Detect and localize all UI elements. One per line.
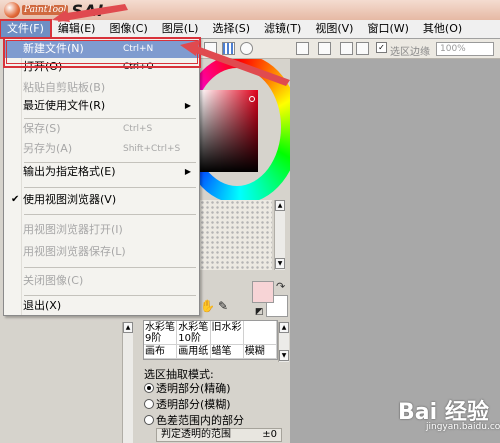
menu-filter[interactable]: 滤镜(T) [257, 20, 308, 38]
menu-item-open-with-view-browser[interactable]: 用视图浏览器打开(I) [5, 221, 199, 239]
option-transparent-blur[interactable]: 透明部分(模糊) [144, 396, 231, 412]
layer-scrollbar[interactable]: ▲ [122, 322, 133, 443]
brush-watercolor-10[interactable]: 水彩笔 10阶 [177, 321, 211, 345]
texture-canvas[interactable]: 画布 [144, 345, 178, 359]
menu-separator [24, 214, 196, 215]
toolbar-button-6[interactable] [340, 42, 353, 55]
menu-item-save[interactable]: 保存(S) Ctrl+S [5, 120, 199, 138]
texture-drawing-paper[interactable]: 画用纸 [177, 345, 211, 359]
brush-grid: 水彩笔 9阶 水彩笔 10阶 旧水彩 画布 画用纸 蜡笔 模糊 [143, 320, 278, 360]
radio-icon[interactable] [144, 399, 154, 409]
menu-separator [24, 187, 196, 188]
brush-old-watercolor[interactable]: 旧水彩 [210, 321, 244, 345]
texture-preview [200, 200, 272, 270]
menu-file[interactable]: 文件(F) [0, 19, 52, 39]
selection-edge-label: 选区边缘 [390, 47, 430, 58]
brush-empty[interactable] [243, 321, 277, 345]
submenu-arrow-icon: ▶ [184, 167, 191, 176]
toolbar-button-7[interactable] [356, 42, 369, 55]
file-menu-dropdown: 新建文件(N) Ctrl+N 打开(O) Ctrl+O 粘贴自剪贴板(B) 最近… [3, 37, 200, 316]
menu-item-close-image[interactable]: 关闭图像(C) [5, 272, 199, 290]
brush-scrollbar[interactable]: ▲ ▼ [278, 322, 289, 362]
option-transparent-precise[interactable]: 透明部分(精确) [144, 380, 231, 396]
toolbar-button-4[interactable] [296, 42, 309, 55]
swap-colors-icon[interactable]: ↷ [276, 280, 285, 293]
menu-edit[interactable]: 编辑(E) [51, 20, 103, 38]
menu-layer[interactable]: 图层(L) [155, 20, 206, 38]
canvas-toolbar: ✓ 选区边缘 100% [200, 39, 500, 59]
brush-logo-icon [4, 2, 20, 18]
reset-colors-icon[interactable]: ◩ [255, 306, 264, 318]
selection-mode-panel: 选区抽取模式: 透明部分(精确) 透明部分(模糊) 色差范围内的部分 判定透明的… [140, 364, 290, 443]
menu-item-exit[interactable]: 退出(X) [5, 297, 199, 315]
texture-blur[interactable]: 模糊 [243, 345, 277, 359]
toolbar-button-5[interactable] [318, 42, 331, 55]
zoom-field[interactable]: 100% [436, 42, 494, 56]
scroll-up-icon[interactable]: ▲ [275, 200, 285, 211]
brush-scroll-down-icon[interactable]: ▼ [279, 350, 289, 361]
menu-item-recent-files[interactable]: 最近使用文件(R) ▶ [5, 97, 199, 115]
selection-edge-checkbox[interactable]: ✓ [376, 42, 387, 53]
menu-separator [24, 295, 196, 296]
menu-item-export-as[interactable]: 输出为指定格式(E) ▶ [5, 163, 199, 181]
circle-icon[interactable] [240, 42, 253, 55]
option-color-range[interactable]: 色差范围内的部分 [144, 412, 244, 428]
menu-item-new-file[interactable]: 新建文件(N) Ctrl+N [5, 40, 199, 58]
layer-panel [0, 320, 125, 443]
color-picker-marker[interactable] [249, 96, 255, 102]
menu-item-use-view-browser[interactable]: ✔ 使用视图浏览器(V) [5, 191, 199, 209]
texture-scrollbar[interactable]: ▲ ▼ [274, 200, 285, 270]
menu-item-save-with-view-browser[interactable]: 用视图浏览器保存(L) [5, 243, 199, 261]
checkmark-icon: ✔ [11, 194, 20, 205]
menu-item-save-as[interactable]: 另存为(A) Shift+Ctrl+S [5, 140, 199, 158]
brush-scroll-up-icon[interactable]: ▲ [279, 322, 289, 333]
menu-separator [24, 267, 196, 268]
menu-separator [24, 118, 196, 119]
hand-icon[interactable]: ✋ [200, 300, 215, 312]
grid-icon[interactable] [222, 42, 235, 55]
submenu-arrow-icon: ▶ [184, 101, 191, 110]
saturation-value-square[interactable] [200, 90, 258, 172]
toolbar-button-1[interactable] [204, 42, 217, 55]
scroll-down-icon[interactable]: ▼ [275, 258, 285, 269]
menu-view[interactable]: 视图(V) [308, 20, 360, 38]
brush-watercolor-9[interactable]: 水彩笔 9阶 [144, 321, 178, 345]
texture-crayon[interactable]: 蜡笔 [210, 345, 244, 359]
radio-selected-icon[interactable] [144, 383, 154, 393]
baidu-watermark: Bai 经验 jingyan.baidu.com [398, 392, 500, 442]
menu-select[interactable]: 选择(S) [205, 20, 257, 38]
logo-small-text: PaintTool [22, 5, 69, 15]
canvas-area[interactable] [290, 59, 500, 443]
eyedropper-icon[interactable]: ✎ [218, 300, 228, 312]
menu-other[interactable]: 其他(O) [416, 20, 469, 38]
watermark-url: jingyan.baidu.com [426, 422, 500, 432]
radio-icon[interactable] [144, 415, 154, 425]
menu-item-paste-from-clipboard[interactable]: 粘贴自剪贴板(B) [5, 79, 199, 97]
menu-window[interactable]: 窗口(W) [360, 20, 415, 38]
title-bar: PaintTool SAI [0, 0, 500, 20]
logo-big-text: SAI [71, 0, 105, 20]
app-logo: PaintTool SAI [4, 0, 105, 20]
menu-item-open[interactable]: 打开(O) Ctrl+O [5, 58, 199, 76]
menu-image[interactable]: 图像(C) [102, 20, 154, 38]
main-color-swatch[interactable] [252, 281, 274, 303]
layer-scroll-up-icon[interactable]: ▲ [123, 322, 133, 333]
transparency-range-slider[interactable]: 判定透明的范围 ±0 [156, 428, 282, 442]
